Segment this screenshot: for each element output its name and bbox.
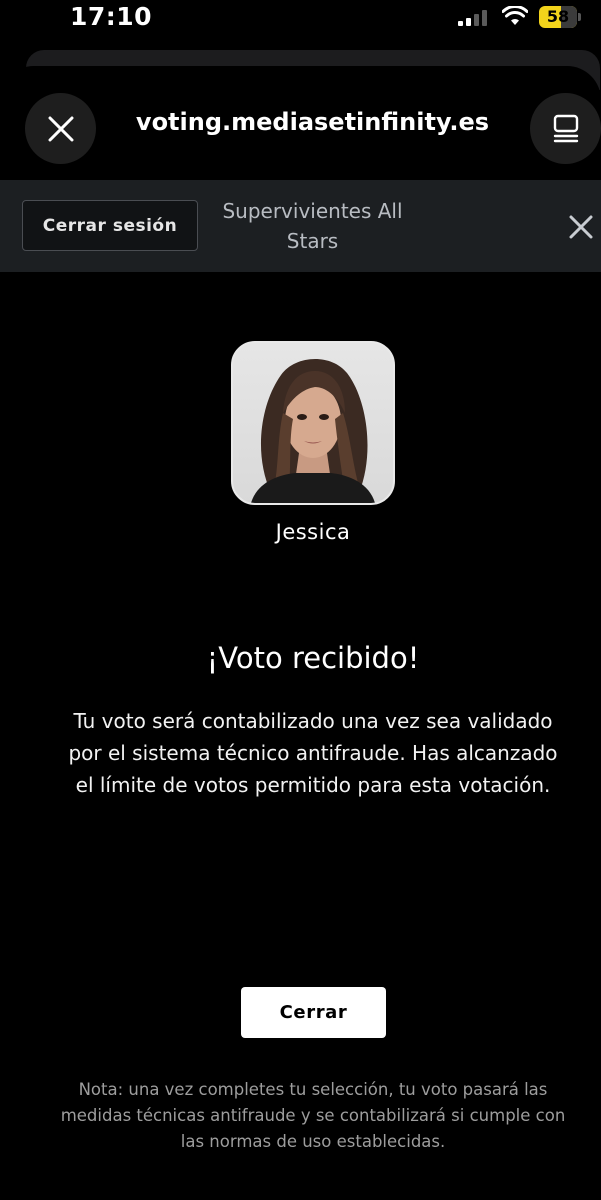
antifraud-note: Nota: una vez completes tu selección, tu… [60, 1080, 566, 1151]
portrait-image [251, 358, 375, 503]
cellular-signal-icon [458, 10, 487, 26]
close-icon [48, 116, 73, 141]
wifi-icon [502, 6, 528, 25]
battery-icon: 58 [539, 6, 581, 28]
contestant-photo [231, 341, 395, 505]
battery-percentage: 58 [546, 7, 570, 26]
close-icon[interactable] [566, 212, 596, 242]
close-button[interactable]: Cerrar [241, 987, 386, 1038]
vote-confirmation-message: Tu voto será contabilizado una vez sea v… [68, 709, 558, 797]
tabs-icon [553, 114, 578, 142]
vote-received-heading: ¡Voto recibido! [206, 641, 420, 675]
tabs-button[interactable] [530, 93, 601, 164]
clock: 17:10 [70, 2, 153, 31]
url-bar[interactable]: voting.mediasetinfinity.es [110, 108, 515, 136]
close-browser-button[interactable] [25, 93, 96, 164]
status-bar: 17:10 58 [0, 0, 601, 40]
program-title: Supervivientes All Stars [222, 199, 403, 253]
contestant-name: Jessica [275, 520, 351, 544]
logout-button[interactable]: Cerrar sesión [22, 200, 198, 251]
